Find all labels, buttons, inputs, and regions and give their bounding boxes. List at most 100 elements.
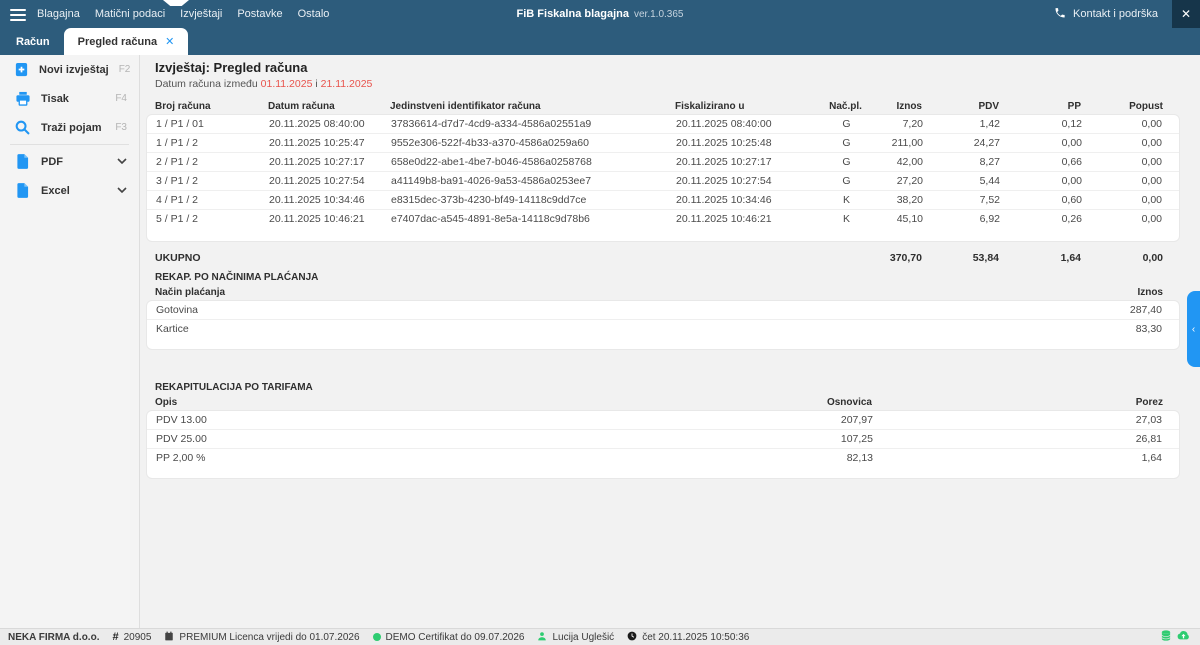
tab-label: Pregled računa xyxy=(78,36,157,48)
nav-item-0[interactable]: Blagajna xyxy=(37,8,80,20)
tariff-table-body: PDV 13.00207,9727,03PDV 25.00107,2526,81… xyxy=(147,411,1179,468)
nav-item-1[interactable]: Matični podaci xyxy=(95,8,165,20)
cell: 20.11.2025 08:40:00 xyxy=(676,115,824,133)
tariff-base: 82,13 xyxy=(556,449,873,468)
chevron-down-icon xyxy=(117,185,127,196)
report-view: Izvještaj: Pregled računa Datum računa i… xyxy=(140,55,1200,628)
payment-table-header: Način plaćanja Iznos xyxy=(146,286,1180,300)
cell: 6,92 xyxy=(923,210,1000,229)
cell: 20.11.2025 10:46:21 xyxy=(269,210,391,229)
cell: 5,44 xyxy=(923,172,1000,190)
cell: 8,27 xyxy=(923,153,1000,171)
sidebar-item-tisak[interactable]: TisakF4 xyxy=(0,84,139,113)
report-date-range: Datum računa između 01.11.2025 i 21.11.2… xyxy=(155,78,1180,90)
sidebar-item-traži-pojam[interactable]: Traži pojamF3 xyxy=(0,113,139,142)
cell: 45,10 xyxy=(869,210,923,229)
database-status-icon[interactable] xyxy=(1161,630,1171,644)
invoice-table: 1 / P1 / 0120.11.2025 08:40:0037836614-d… xyxy=(146,114,1180,242)
cell: K xyxy=(824,210,869,229)
date-to-value: 21.11.2025 xyxy=(321,78,373,90)
printer-icon xyxy=(14,90,31,107)
cell: 20.11.2025 10:34:46 xyxy=(269,191,391,209)
table-row[interactable]: 4 / P1 / 220.11.2025 10:34:46e8315dec-37… xyxy=(147,191,1179,210)
cell: 0,00 xyxy=(1082,153,1162,171)
totals-label: UKUPNO xyxy=(155,250,868,266)
tab-0[interactable]: Račun xyxy=(2,28,64,55)
cell: 20.11.2025 10:25:48 xyxy=(676,134,824,152)
nav-item-2[interactable]: Izvještaji xyxy=(180,8,222,20)
table-row[interactable]: 1 / P1 / 0120.11.2025 08:40:0037836614-d… xyxy=(147,115,1179,134)
invoice-table-body: 1 / P1 / 0120.11.2025 08:40:0037836614-d… xyxy=(147,115,1179,229)
tariff-base: 207,97 xyxy=(556,411,873,429)
payment-table-body: Gotovina287,40Kartice83,30 xyxy=(147,301,1179,339)
topbar: Blagajna Matični podaci Izvještaji Postavke… xyxy=(0,0,1200,28)
totals-pdv: 53,84 xyxy=(922,250,999,266)
panel-collapse-handle[interactable]: ‹ xyxy=(1187,291,1200,367)
cell: e7407dac-a545-4891-8e5a-14118c9d78b6 xyxy=(391,210,676,229)
sidebar-divider xyxy=(10,144,129,145)
column-header: Datum računa xyxy=(268,100,390,114)
cell: 37836614-d7d7-4cd9-a334-4586a02551a9 xyxy=(391,115,676,133)
tab-1[interactable]: Pregled računa ✕ xyxy=(64,28,189,55)
payment-recap-title: REKAP. PO NAČINIMA PLAĆANJA xyxy=(155,272,1180,283)
certificate-status: DEMO Certifikat do 09.07.2026 xyxy=(373,632,525,643)
cell: G xyxy=(824,115,869,133)
tariff-name: PP 2,00 % xyxy=(156,449,556,468)
tariff-row[interactable]: PP 2,00 %82,131,64 xyxy=(147,449,1179,468)
column-header: Iznos xyxy=(868,100,922,114)
cell: 5 / P1 / 2 xyxy=(156,210,269,229)
logged-in-user: Lucija Uglešić xyxy=(537,631,614,644)
sidebar-item-novi-izvještaj[interactable]: Novi izvještajF2 xyxy=(0,55,139,84)
cell: 20.11.2025 08:40:00 xyxy=(269,115,391,133)
table-row[interactable]: 5 / P1 / 220.11.2025 10:46:21e7407dac-a5… xyxy=(147,210,1179,229)
close-app-button[interactable]: ✕ xyxy=(1172,0,1200,28)
payment-method: Kartice xyxy=(156,320,1136,339)
cell: 0,12 xyxy=(1000,115,1082,133)
payment-header-method: Način plaćanja xyxy=(155,286,1137,300)
cell: 1 / P1 / 2 xyxy=(156,134,269,152)
search-icon xyxy=(14,119,31,136)
column-header: Fiskalizirano u xyxy=(675,100,823,114)
app-header: Blagajna Matični podaci Izvještaji Postavke… xyxy=(0,0,1200,55)
tariff-row[interactable]: PDV 13.00207,9727,03 xyxy=(147,411,1179,430)
cell: 7,52 xyxy=(923,191,1000,209)
menu-icon[interactable] xyxy=(10,9,26,24)
table-row[interactable]: 3 / P1 / 220.11.2025 10:27:54a41149b8-ba… xyxy=(147,172,1179,191)
cell: 3 / P1 / 2 xyxy=(156,172,269,190)
payment-header-amount: Iznos xyxy=(1137,286,1163,300)
date-range-label: Datum računa između xyxy=(155,78,258,90)
contact-support-button[interactable]: Kontakt i podrška xyxy=(1054,0,1158,28)
chevron-left-icon: ‹ xyxy=(1192,324,1195,335)
table-row[interactable]: 2 / P1 / 220.11.2025 10:27:17658e0d22-ab… xyxy=(147,153,1179,172)
payment-row[interactable]: Kartice83,30 xyxy=(147,320,1179,339)
cell: 1 / P1 / 01 xyxy=(156,115,269,133)
cell: 20.11.2025 10:27:17 xyxy=(269,153,391,171)
column-header: Nač.pl. xyxy=(823,100,868,114)
cell: 0,00 xyxy=(1082,115,1162,133)
tab-bar: Račun Pregled računa ✕ xyxy=(2,28,188,55)
tariff-header-porez: Porez xyxy=(872,396,1163,410)
cell: 38,20 xyxy=(869,191,923,209)
calendar-icon xyxy=(164,631,174,644)
sidebar-item-pdf[interactable]: PDF xyxy=(0,147,139,176)
close-tab-icon[interactable]: ✕ xyxy=(165,35,174,48)
column-header: PP xyxy=(999,100,1081,114)
cell: 20.11.2025 10:34:46 xyxy=(676,191,824,209)
tariff-base: 107,25 xyxy=(556,430,873,448)
cell: 0,60 xyxy=(1000,191,1082,209)
tariff-row[interactable]: PDV 25.00107,2526,81 xyxy=(147,430,1179,449)
nav-item-4[interactable]: Ostalo xyxy=(298,8,330,20)
cell: e8315dec-373b-4230-bf49-14118c9dd7ce xyxy=(391,191,676,209)
column-header: PDV xyxy=(922,100,999,114)
cell: 20.11.2025 10:27:54 xyxy=(269,172,391,190)
table-row[interactable]: 1 / P1 / 220.11.2025 10:25:479552e306-52… xyxy=(147,134,1179,153)
clock-icon xyxy=(627,631,637,644)
cell: 0,00 xyxy=(1000,134,1082,152)
nav-item-3[interactable]: Postavke xyxy=(237,8,282,20)
cloud-upload-icon[interactable] xyxy=(1177,630,1190,644)
sidebar-item-excel[interactable]: Excel xyxy=(0,176,139,205)
date-from-value: 01.11.2025 xyxy=(261,78,313,90)
cell: 27,20 xyxy=(869,172,923,190)
cell: G xyxy=(824,153,869,171)
payment-row[interactable]: Gotovina287,40 xyxy=(147,301,1179,320)
